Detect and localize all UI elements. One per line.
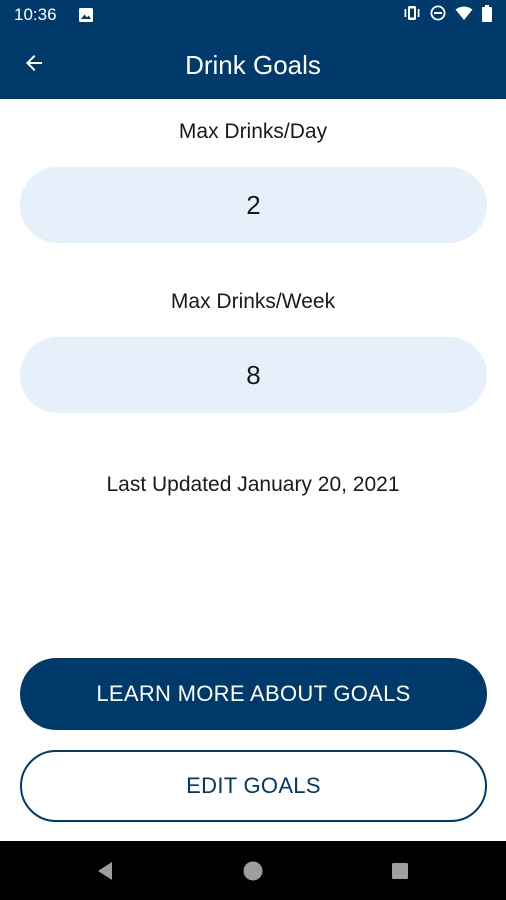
system-nav-bar [0,841,506,900]
app-bar: Drink Goals [0,30,506,99]
gallery-icon [79,7,93,22]
last-updated-text: Last Updated January 20, 2021 [106,473,400,496]
home-circle-icon[interactable] [237,855,269,887]
max-drinks-day-label: Max Drinks/Day [178,120,328,143]
wifi-icon [455,6,473,25]
battery-icon [482,4,492,26]
max-drinks-week-label: Max Drinks/Week [170,290,336,313]
vibrate-icon [403,5,421,25]
max-drinks-day-value: 2 [20,167,487,243]
page-title: Drink Goals [185,50,321,80]
learn-more-button[interactable]: LEARN MORE ABOUT GOALS [20,658,487,730]
status-icons [403,4,492,26]
status-bar: 10:36 [0,0,506,30]
recents-square-icon[interactable] [384,855,416,887]
do-not-disturb-icon [430,5,446,25]
edit-goals-button[interactable]: EDIT GOALS [20,750,487,822]
back-triangle-icon[interactable] [89,855,121,887]
status-time: 10:36 [14,5,57,24]
max-drinks-week-value: 8 [20,337,487,413]
